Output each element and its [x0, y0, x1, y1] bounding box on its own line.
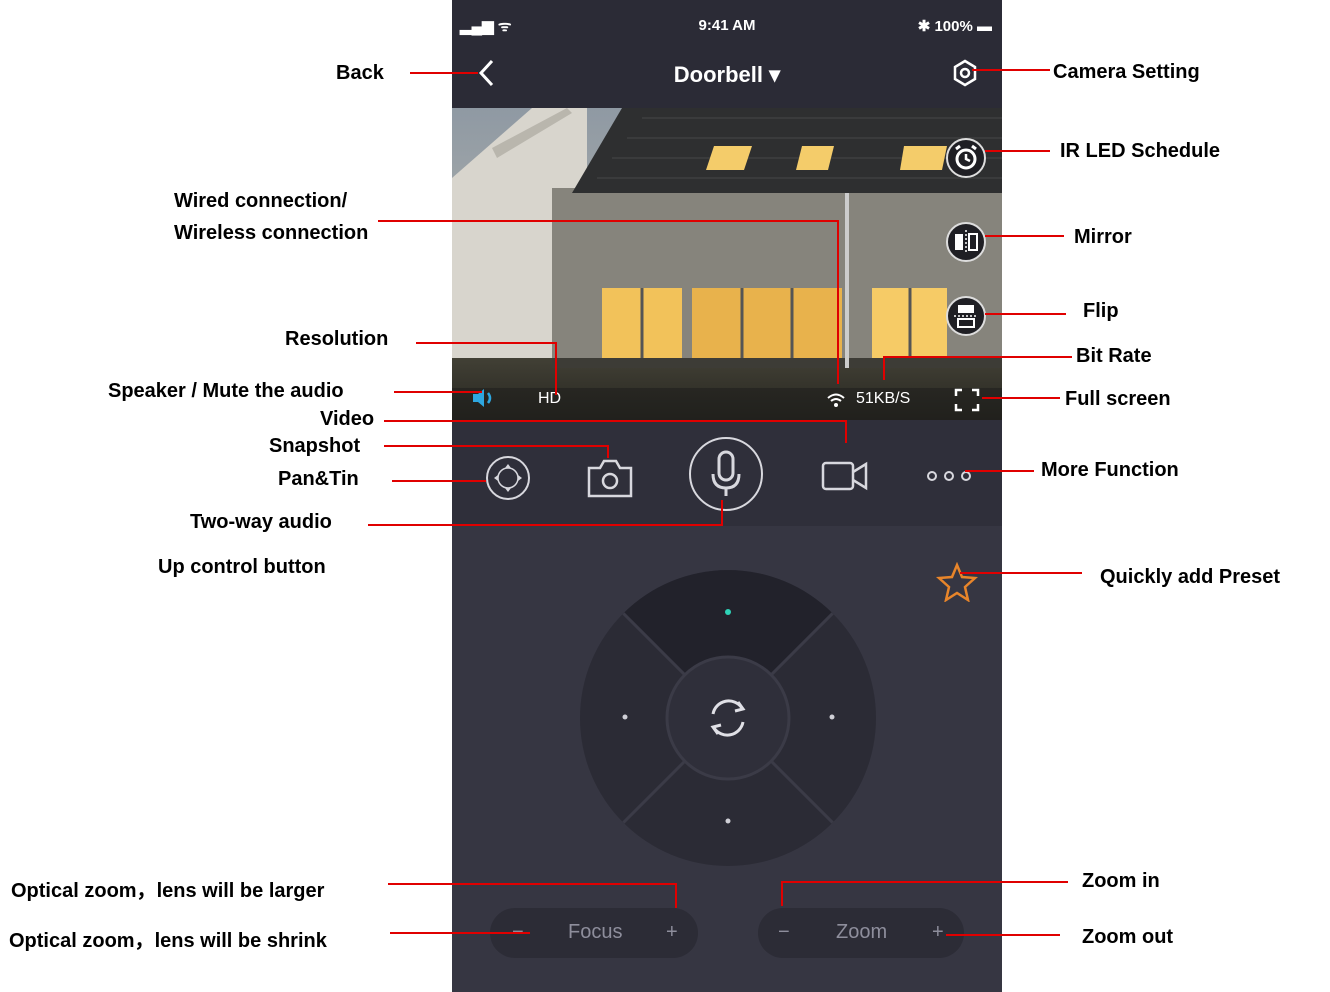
label-camera-setting: Camera Setting [1053, 61, 1200, 83]
label-zoom-out: Zoom out [1082, 926, 1174, 948]
label-speaker: Speaker / Mute the audio [108, 380, 344, 402]
label-flip: Flip [1083, 300, 1119, 322]
label-snapshot: Snapshot [269, 435, 361, 457]
label-wired-connection: Wired connection/ [174, 190, 348, 212]
label-bit-rate: Bit Rate [1076, 345, 1152, 367]
label-ir-led-schedule: IR LED Schedule [1060, 140, 1221, 162]
label-optical-shrink: Optical zoom，lens will be shrink [9, 930, 327, 952]
label-more-function: More Function [1041, 459, 1179, 481]
label-up-control: Up control button [158, 556, 326, 578]
label-mirror: Mirror [1074, 226, 1132, 248]
label-zoom-in: Zoom in [1082, 870, 1160, 892]
label-optical-larger: Optical zoom，lens will be larger [11, 880, 325, 902]
label-full-screen: Full screen [1065, 388, 1171, 410]
label-wireless-connection: Wireless connection [174, 222, 369, 244]
label-back: Back [336, 62, 384, 84]
label-two-way-audio: Two-way audio [190, 511, 332, 533]
label-pan-tilt: Pan&Tin [278, 468, 359, 490]
label-quick-preset: Quickly add Preset [1100, 566, 1281, 588]
label-video: Video [320, 408, 375, 430]
label-resolution: Resolution [285, 328, 389, 350]
